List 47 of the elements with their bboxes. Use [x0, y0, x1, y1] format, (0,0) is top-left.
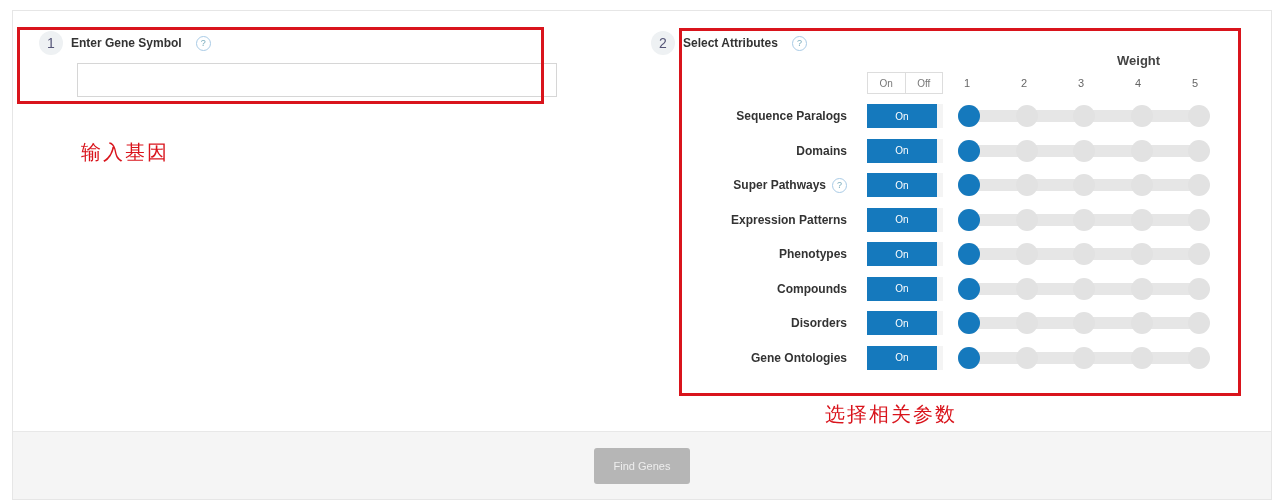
slider-thumb[interactable] [958, 277, 980, 300]
toggle-header-label: Off [904, 73, 942, 93]
toggle-switch[interactable]: On [867, 311, 943, 336]
slider-thumb[interactable] [958, 208, 980, 231]
attribute-label: Phenotypes [779, 247, 847, 262]
toggle-switch[interactable]: On [867, 207, 943, 232]
attribute-label: Sequence Paralogs [736, 109, 847, 124]
weight-tick-label: 5 [1190, 77, 1200, 89]
step-number: 2 [651, 31, 675, 55]
weight-heading: Weight [1117, 53, 1161, 68]
weight-slider[interactable] [958, 243, 1210, 266]
weight-tick-label: 4 [1133, 77, 1143, 89]
weight-slider[interactable] [958, 277, 1210, 300]
slider-thumb[interactable] [958, 312, 980, 335]
toggle-switch[interactable]: On [867, 104, 943, 129]
toggle-switch[interactable]: On [867, 242, 943, 267]
weight-tick-label: 3 [1076, 77, 1086, 89]
toggle-switch[interactable]: On [867, 173, 943, 198]
weight-slider[interactable] [958, 312, 1210, 335]
weight-tick-label: 2 [1019, 77, 1029, 89]
weight-slider[interactable] [958, 139, 1210, 162]
slider-thumb[interactable] [958, 174, 980, 197]
attribute-label: Domains [796, 143, 847, 158]
gene-symbol-field[interactable] [77, 63, 557, 97]
annotation-text: 输入基因 [81, 140, 169, 165]
weight-tick-label: 1 [962, 77, 972, 89]
step-label: Enter Gene Symbol [71, 36, 182, 50]
step-label: Select Attributes [683, 36, 778, 50]
toggle-switch[interactable]: On [867, 276, 943, 301]
attribute-label: Super Pathways [733, 178, 826, 193]
attribute-label: Gene Ontologies [751, 350, 847, 365]
slider-thumb[interactable] [958, 346, 980, 369]
slider-thumb[interactable] [958, 243, 980, 266]
attribute-label: Expression Patterns [730, 212, 847, 227]
attribute-label: Compounds [777, 281, 847, 296]
slider-thumb[interactable] [958, 139, 980, 162]
toggle-switch[interactable]: On [867, 345, 943, 370]
attribute-label: Disorders [790, 316, 847, 331]
toggle-switch[interactable]: On [867, 138, 943, 163]
weight-slider[interactable] [958, 105, 1210, 128]
weight-slider[interactable] [958, 208, 1210, 231]
weight-slider[interactable] [958, 346, 1210, 369]
annotation-text: 选择相关参数 [825, 402, 957, 427]
slider-thumb[interactable] [958, 105, 980, 128]
toggle-header-label: On [878, 76, 894, 91]
step-number: 1 [39, 31, 63, 55]
weight-slider[interactable] [958, 174, 1210, 197]
